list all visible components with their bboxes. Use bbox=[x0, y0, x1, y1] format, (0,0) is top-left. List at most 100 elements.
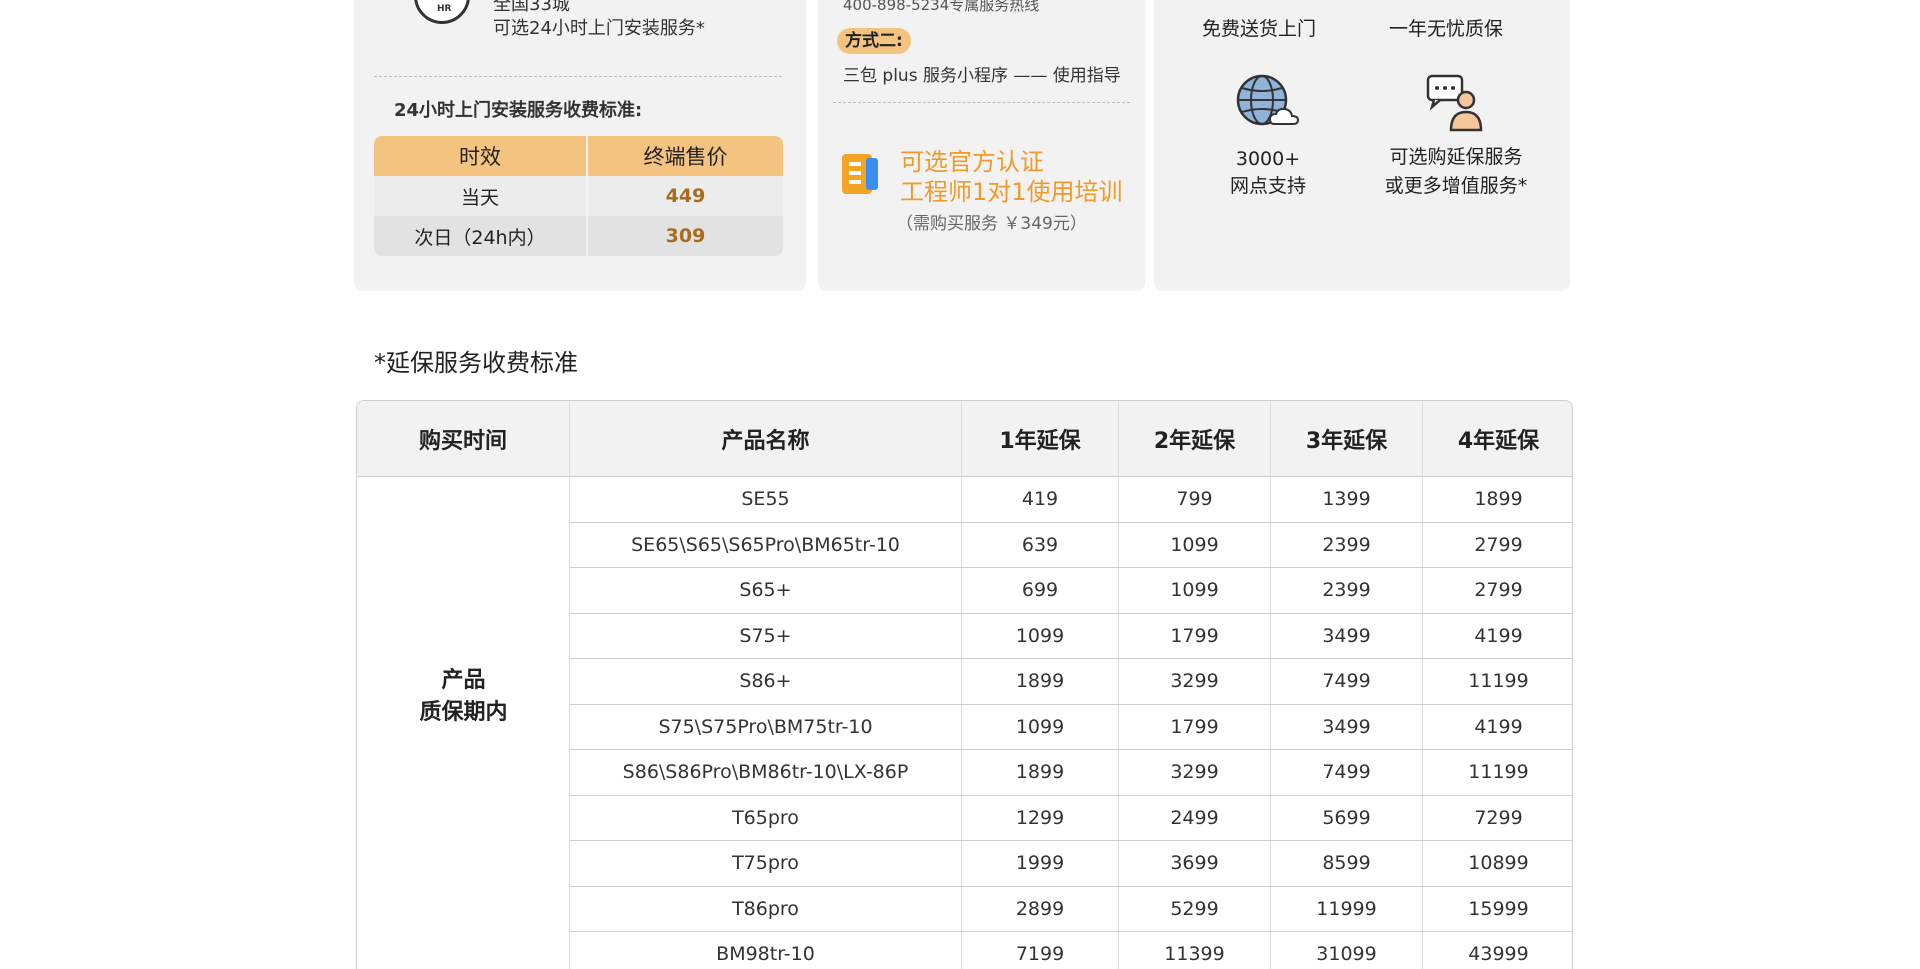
3yr-price-cell: 2399 bbox=[1271, 522, 1423, 567]
fee-table-header: 时效 终端售价 bbox=[374, 136, 783, 176]
install-fee-table: 时效 终端售价 当天 449 次日（24h内） 309 bbox=[374, 136, 783, 256]
header-1yr: 1年延保 bbox=[962, 401, 1119, 477]
1yr-price-cell: 1299 bbox=[962, 795, 1119, 840]
fee-table-row: 次日（24h内） 309 bbox=[374, 216, 783, 256]
book-icon bbox=[842, 154, 878, 194]
4yr-price-cell: 2799 bbox=[1474, 579, 1523, 602]
product-name-cell: BM98tr-10 bbox=[570, 932, 962, 969]
1yr-price-cell: 699 bbox=[962, 568, 1119, 613]
header-3yr: 3年延保 bbox=[1271, 401, 1423, 477]
1yr-price-cell: 419 bbox=[962, 477, 1119, 522]
3yr-price-cell: 7499 bbox=[1271, 659, 1423, 704]
3yr-price-cell: 7499 bbox=[1271, 750, 1423, 795]
header-product-name: 产品名称 bbox=[570, 401, 962, 477]
fee-time: 次日（24h内） bbox=[374, 216, 588, 256]
product-name-cell: T86pro bbox=[570, 886, 962, 931]
1yr-price-cell: 1999 bbox=[962, 841, 1119, 886]
4yr-price-cell: 4199 bbox=[1474, 624, 1523, 647]
product-name-cell: S65+ bbox=[570, 568, 962, 613]
warranty-table-body: SE55 419 799 1399 1899 SE65\S65\S65Pro\BM65tr… bbox=[570, 477, 1572, 969]
product-name-cell: SE55 bbox=[570, 477, 962, 522]
product-name-cell: S75\S75Pro\BM75tr-10 bbox=[570, 704, 962, 749]
3yr-price-cell: 1399 bbox=[1271, 477, 1423, 522]
warranty-text: 一年无忧质保 bbox=[1389, 18, 1504, 40]
header-4yr: 4年延保 bbox=[1457, 429, 1540, 454]
divider bbox=[833, 102, 1130, 103]
extended-warranty-text: 可选购延保服务 bbox=[1389, 146, 1523, 168]
3yr-price-cell: 8599 bbox=[1271, 841, 1423, 886]
3yr-price-cell: 3499 bbox=[1271, 704, 1423, 749]
globe-cloud-icon bbox=[1236, 74, 1300, 126]
2yr-price-cell: 1099 bbox=[1119, 568, 1271, 613]
product-name-cell: S86\S86Pro\BM86tr-10\LX-86P bbox=[570, 750, 962, 795]
4yr-price-cell: 15999 bbox=[1468, 897, 1529, 920]
fee-header-time: 时效 bbox=[374, 136, 588, 176]
fee-header-price: 终端售价 bbox=[643, 145, 728, 169]
group-label-line1: 产品 bbox=[441, 668, 486, 693]
product-name-cell: SE65\S65\S65Pro\BM65tr-10 bbox=[570, 522, 962, 567]
install-service-card: 24 HR 全国33城 可选24小时上门安装服务* 24小时上门安装服务收费标准… bbox=[354, 0, 806, 291]
3yr-price-cell: 3499 bbox=[1271, 613, 1423, 658]
3yr-price-cell: 11999 bbox=[1271, 886, 1423, 931]
training-highlight-line2: 工程师1对1使用培训 bbox=[900, 178, 1123, 206]
24hr-icon: 24 HR bbox=[414, 0, 470, 24]
install-option-text: 可选24小时上门安装服务* bbox=[493, 18, 705, 39]
1yr-price-cell: 1899 bbox=[962, 750, 1119, 795]
table-row: S75+ 1099 1799 3499 4199 bbox=[570, 613, 1572, 659]
4yr-price-cell: 11199 bbox=[1468, 761, 1529, 784]
2yr-price-cell: 3299 bbox=[1119, 750, 1271, 795]
4yr-price-cell: 43999 bbox=[1468, 943, 1529, 966]
1yr-price-cell: 639 bbox=[962, 522, 1119, 567]
2yr-price-cell: 2499 bbox=[1119, 795, 1271, 840]
customer-service-icon bbox=[1426, 74, 1483, 132]
1yr-price-cell: 1099 bbox=[962, 704, 1119, 749]
network-support-text: 网点支持 bbox=[1229, 175, 1306, 197]
warranty-section-title: *延保服务收费标准 bbox=[374, 349, 578, 377]
2yr-price-cell: 1799 bbox=[1119, 704, 1271, 749]
product-name-cell: S86+ bbox=[570, 659, 962, 704]
page: 24 HR 全国33城 可选24小时上门安装服务* 24小时上门安装服务收费标准… bbox=[0, 0, 1920, 969]
fee-price: 309 bbox=[665, 225, 706, 247]
4yr-price-cell: 4199 bbox=[1474, 715, 1523, 738]
2yr-price-cell: 5299 bbox=[1119, 886, 1271, 931]
table-row: S86\S86Pro\BM86tr-10\LX-86P 1899 3299 7499 1… bbox=[570, 750, 1572, 796]
service-hotline[interactable]: 400-898-5234专属服务热线 bbox=[843, 0, 1039, 15]
method-two-badge: 方式二: bbox=[837, 28, 911, 54]
product-name-cell: T75pro bbox=[570, 841, 962, 886]
4yr-price-cell: 11199 bbox=[1468, 670, 1529, 693]
4yr-price-cell: 2799 bbox=[1474, 533, 1523, 556]
3yr-price-cell: 2399 bbox=[1271, 568, 1423, 613]
service-method-card: 400-898-5234专属服务热线 方式二: 三包 plus 服务小程序 ——… bbox=[818, 0, 1145, 291]
2yr-price-cell: 11399 bbox=[1119, 932, 1271, 969]
value-added-service-text: 或更多增值服务* bbox=[1384, 175, 1528, 197]
4yr-price-cell: 1899 bbox=[1474, 488, 1523, 511]
1yr-price-cell: 7199 bbox=[962, 932, 1119, 969]
2yr-price-cell: 3299 bbox=[1119, 659, 1271, 704]
header-purchase-time: 购买时间 bbox=[357, 401, 570, 477]
table-row: SE65\S65\S65Pro\BM65tr-10 639 1099 2399 2799 bbox=[570, 522, 1572, 568]
product-name-cell: S75+ bbox=[570, 613, 962, 658]
network-count: 3000+ bbox=[1235, 148, 1301, 170]
warranty-group-cell: 产品 质保期内 bbox=[357, 477, 570, 969]
2yr-price-cell: 1799 bbox=[1119, 613, 1271, 658]
2yr-price-cell: 799 bbox=[1119, 477, 1271, 522]
table-row: S86+ 1899 3299 7499 11199 bbox=[570, 659, 1572, 705]
group-label-line2: 质保期内 bbox=[419, 700, 508, 725]
table-row: S65+ 699 1099 2399 2799 bbox=[570, 568, 1572, 614]
product-name-cell: T65pro bbox=[570, 795, 962, 840]
table-row: T65pro 1299 2499 5699 7299 bbox=[570, 795, 1572, 841]
1yr-price-cell: 1899 bbox=[962, 659, 1119, 704]
table-row: S75\S75Pro\BM75tr-10 1099 1799 3499 4199 bbox=[570, 704, 1572, 750]
benefits-card: 免费送货上门 一年无忧质保 3000+ 网点支持 可选购延保服务 或更多增值服务… bbox=[1154, 0, 1570, 291]
mini-program-guide-link[interactable]: 三包 plus 服务小程序 —— 使用指导 bbox=[843, 61, 1121, 86]
2yr-price-cell: 1099 bbox=[1119, 522, 1271, 567]
free-delivery-text: 免费送货上门 bbox=[1202, 18, 1317, 40]
install-fee-title: 24小时上门安装服务收费标准: bbox=[394, 100, 643, 121]
1yr-price-cell: 1099 bbox=[962, 613, 1119, 658]
1yr-price-cell: 2899 bbox=[962, 886, 1119, 931]
fee-price: 449 bbox=[665, 185, 706, 207]
3yr-price-cell: 5699 bbox=[1271, 795, 1423, 840]
warranty-fee-table: 购买时间 产品名称 1年延保 2年延保 3年延保 4年延保 产品 质保期内 SE… bbox=[356, 400, 1573, 969]
table-row: BM98tr-10 7199 11399 31099 43999 bbox=[570, 932, 1572, 969]
4yr-price-cell: 10899 bbox=[1468, 852, 1529, 875]
